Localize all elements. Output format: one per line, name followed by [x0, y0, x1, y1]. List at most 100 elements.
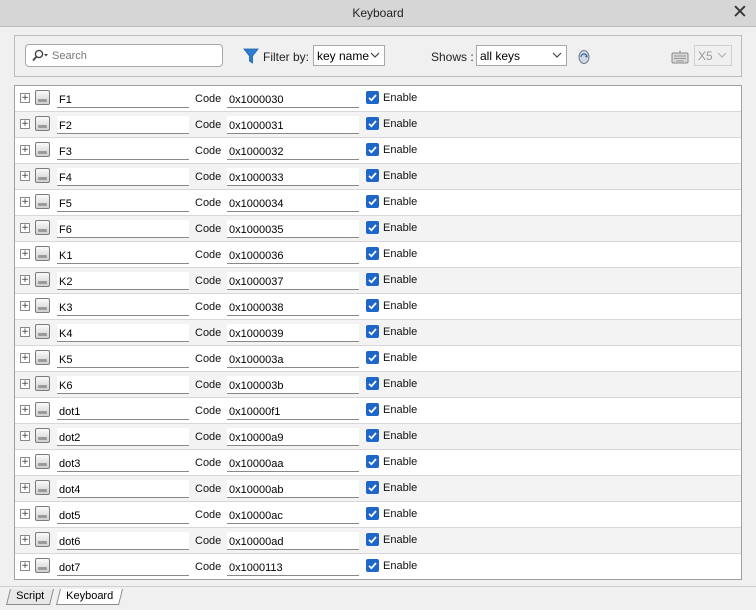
refresh-icon[interactable]: [577, 49, 591, 65]
enable-checkbox[interactable]: [366, 247, 379, 260]
key-name-field[interactable]: [57, 142, 189, 160]
enable-label: Enable: [383, 118, 418, 130]
expand-icon[interactable]: +: [20, 405, 30, 415]
key-code-field[interactable]: [227, 272, 359, 290]
key-code-field[interactable]: [227, 506, 359, 524]
expand-icon[interactable]: +: [20, 119, 30, 129]
enable-checkbox[interactable]: [366, 221, 379, 234]
expand-icon[interactable]: +: [20, 509, 30, 519]
expand-icon[interactable]: +: [20, 353, 30, 363]
tab-script[interactable]: Script: [6, 589, 55, 605]
expand-icon[interactable]: +: [20, 379, 30, 389]
expand-icon[interactable]: +: [20, 93, 30, 103]
key-code-field[interactable]: [227, 168, 359, 186]
enable-checkbox[interactable]: [366, 429, 379, 442]
enable-checkbox[interactable]: [366, 91, 379, 104]
table-row: + Code Enable: [15, 554, 741, 579]
table-row: + Code Enable: [15, 502, 741, 528]
table-row: + Code Enable: [15, 86, 741, 112]
key-name-field[interactable]: [57, 480, 189, 498]
key-name-field[interactable]: [57, 194, 189, 212]
enable-checkbox[interactable]: [366, 455, 379, 468]
key-code-field[interactable]: [227, 142, 359, 160]
key-code-field[interactable]: [227, 402, 359, 420]
enable-checkbox[interactable]: [366, 273, 379, 286]
expand-icon[interactable]: +: [20, 171, 30, 181]
key-name-field[interactable]: [57, 246, 189, 264]
expand-icon[interactable]: +: [20, 223, 30, 233]
key-name-field[interactable]: [57, 90, 189, 108]
search-box[interactable]: [25, 44, 223, 67]
table-row: + Code Enable: [15, 138, 741, 164]
table-row: + Code Enable: [15, 294, 741, 320]
enable-checkbox[interactable]: [366, 351, 379, 364]
key-name-field[interactable]: [57, 220, 189, 238]
key-name-field[interactable]: [57, 272, 189, 290]
shows-select[interactable]: all keys: [476, 45, 567, 66]
expand-icon[interactable]: +: [20, 197, 30, 207]
key-name-field[interactable]: [57, 298, 189, 316]
key-code-field[interactable]: [227, 116, 359, 134]
filter-icon[interactable]: [243, 48, 259, 65]
key-name-field[interactable]: [57, 454, 189, 472]
enable-checkbox[interactable]: [366, 169, 379, 182]
key-name-field[interactable]: [57, 402, 189, 420]
key-code-field[interactable]: [227, 454, 359, 472]
key-name-field[interactable]: [57, 116, 189, 134]
device-select-value: X5: [698, 49, 713, 63]
table-row: + Code Enable: [15, 528, 741, 554]
enable-checkbox[interactable]: [366, 117, 379, 130]
key-code-field[interactable]: [227, 324, 359, 342]
key-name-field[interactable]: [57, 376, 189, 394]
key-code-field[interactable]: [227, 532, 359, 550]
enable-checkbox[interactable]: [366, 507, 379, 520]
expand-icon[interactable]: +: [20, 431, 30, 441]
key-code-field[interactable]: [227, 428, 359, 446]
key-code-field[interactable]: [227, 558, 359, 576]
tab-keyboard[interactable]: Keyboard: [56, 589, 124, 605]
key-name-field[interactable]: [57, 558, 189, 576]
key-code-field[interactable]: [227, 90, 359, 108]
expand-icon[interactable]: +: [20, 249, 30, 259]
enable-checkbox[interactable]: [366, 143, 379, 156]
shows-select-value: all keys: [480, 49, 521, 63]
search-input[interactable]: [52, 47, 216, 64]
enable-checkbox[interactable]: [366, 559, 379, 572]
expand-icon[interactable]: +: [20, 275, 30, 285]
enable-checkbox[interactable]: [366, 377, 379, 390]
enable-checkbox[interactable]: [366, 533, 379, 546]
key-code-field[interactable]: [227, 220, 359, 238]
enable-checkbox[interactable]: [366, 403, 379, 416]
key-code-field[interactable]: [227, 246, 359, 264]
key-name-field[interactable]: [57, 324, 189, 342]
check-icon: [368, 250, 377, 258]
filter-select[interactable]: key name: [313, 45, 385, 66]
enable-checkbox[interactable]: [366, 481, 379, 494]
key-code-field[interactable]: [227, 350, 359, 368]
key-code-field[interactable]: [227, 194, 359, 212]
chevron-down-icon: [370, 52, 380, 58]
expand-icon[interactable]: +: [20, 301, 30, 311]
close-icon[interactable]: ✕: [730, 2, 750, 22]
key-name-field[interactable]: [57, 168, 189, 186]
expand-icon[interactable]: +: [20, 145, 30, 155]
key-code-field[interactable]: [227, 480, 359, 498]
enable-checkbox[interactable]: [366, 299, 379, 312]
key-name-field[interactable]: [57, 428, 189, 446]
search-icon[interactable]: [31, 49, 49, 63]
enable-checkbox[interactable]: [366, 325, 379, 338]
enable-checkbox[interactable]: [366, 195, 379, 208]
check-icon: [368, 94, 377, 102]
enable-label: Enable: [383, 196, 418, 208]
expand-icon[interactable]: +: [20, 457, 30, 467]
key-name-field[interactable]: [57, 532, 189, 550]
key-code-field[interactable]: [227, 298, 359, 316]
expand-icon[interactable]: +: [20, 483, 30, 493]
expand-icon[interactable]: +: [20, 535, 30, 545]
key-code-field[interactable]: [227, 376, 359, 394]
key-name-field[interactable]: [57, 350, 189, 368]
expand-icon[interactable]: +: [20, 327, 30, 337]
expand-icon[interactable]: +: [20, 561, 30, 571]
key-name-field[interactable]: [57, 506, 189, 524]
key-icon: [35, 402, 50, 417]
